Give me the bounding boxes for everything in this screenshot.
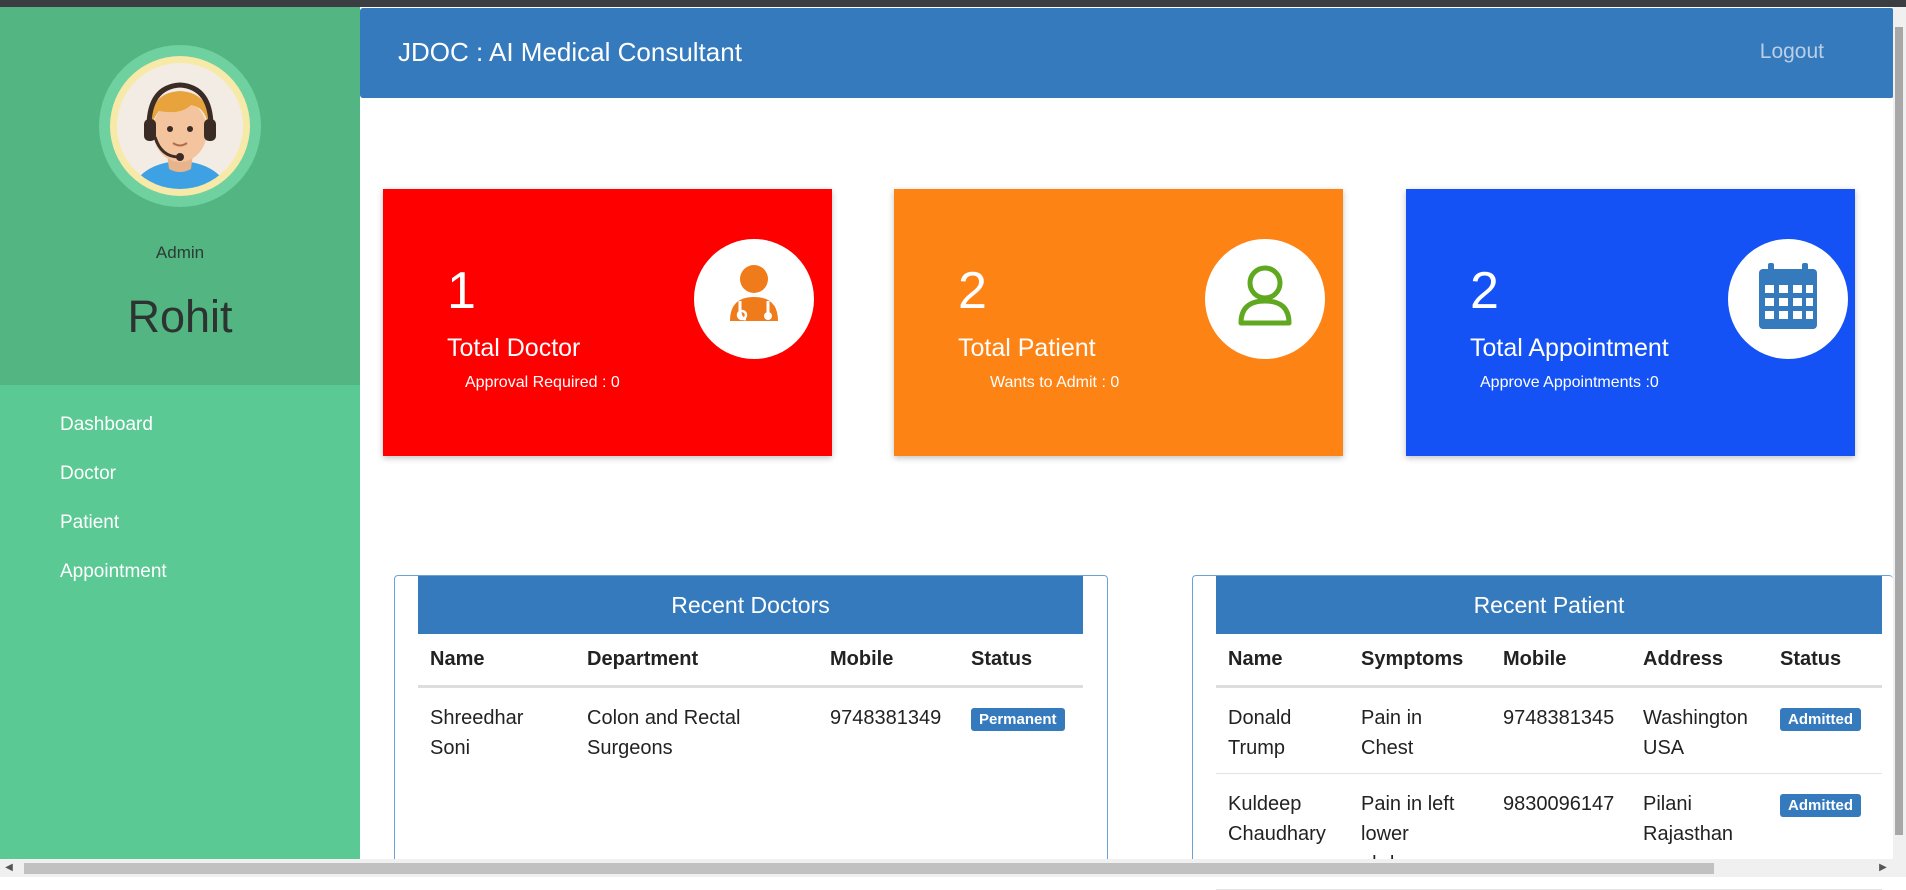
logout-link[interactable]: Logout <box>1760 8 1824 96</box>
doctor-mobile: 9748381349 <box>830 707 942 729</box>
column-header-department: Department <box>575 634 818 688</box>
calendar-icon <box>1759 263 1817 329</box>
doctor-icon <box>730 265 778 321</box>
recent-patients-table: Name Symptoms Mobile Address Status Dona… <box>1216 634 1882 890</box>
recent-patients-title: Recent Patient <box>1216 576 1882 634</box>
status-badge: Admitted <box>1780 708 1861 731</box>
doctor-name: Shreedhar Soni <box>430 707 524 759</box>
profile-role: Admin <box>155 243 205 262</box>
table-header-row: Name Department Mobile Status <box>418 634 1083 688</box>
avatar <box>99 45 261 207</box>
vertical-scrollbar[interactable] <box>1893 7 1906 859</box>
doctor-icon-circle <box>694 239 814 359</box>
column-header-mobile: Mobile <box>818 634 959 688</box>
app-title[interactable]: JDOC : AI Medical Consultant <box>398 8 742 96</box>
total-patient-card: 2 Total Patient Wants to Admit : 0 <box>894 189 1343 456</box>
table-header-row: Name Symptoms Mobile Address Status <box>1216 634 1882 688</box>
top-navbar: JDOC : AI Medical Consultant Logout <box>360 8 1894 98</box>
column-header-symptoms: Symptoms <box>1349 634 1491 688</box>
sidebar-item-dashboard[interactable]: Dashboard <box>60 400 167 449</box>
recent-doctors-title: Recent Doctors <box>418 576 1083 634</box>
column-header-mobile: Mobile <box>1491 634 1631 688</box>
total-doctor-card: 1 Total Doctor Approval Required : 0 <box>383 189 832 456</box>
column-header-name: Name <box>1216 634 1349 688</box>
vertical-scrollbar-thumb[interactable] <box>1895 27 1903 835</box>
column-header-status: Status <box>1768 634 1882 688</box>
patient-name: Donald Trump <box>1216 686 1349 774</box>
total-appointment-count: 2 <box>1470 262 1499 320</box>
status-badge: Admitted <box>1780 794 1861 817</box>
column-header-address: Address <box>1631 634 1768 688</box>
total-patient-label: Total Patient <box>958 334 1096 362</box>
support-agent-avatar-icon <box>110 56 250 196</box>
sidebar: Admin Rohit Dashboard Doctor Patient App… <box>0 7 360 859</box>
scroll-left-arrow-icon[interactable]: ◀ <box>0 859 18 877</box>
sidebar-item-doctor[interactable]: Doctor <box>60 449 167 498</box>
recent-doctors-table: Name Department Mobile Status Shreedhar … <box>418 634 1083 773</box>
profile-section: Admin Rohit <box>0 7 360 385</box>
table-row: Donald Trump Pain in Chest 9748381345 Wa… <box>1216 686 1882 774</box>
table-row: Shreedhar Soni Colon and Rectal Surgeons… <box>418 687 1083 774</box>
column-header-status: Status <box>959 634 1083 688</box>
user-icon <box>1238 265 1292 326</box>
column-header-name: Name <box>418 634 575 688</box>
wants-to-admit-text: Wants to Admit : 0 <box>990 374 1120 391</box>
total-appointment-card: 2 Total Appointment Approve Appointments… <box>1406 189 1855 456</box>
total-patient-count: 2 <box>958 262 987 320</box>
recent-patients-panel: Recent Patient Name Symptoms Mobile Addr… <box>1192 575 1893 890</box>
total-doctor-label: Total Doctor <box>447 334 581 362</box>
browser-top-strip <box>0 0 1906 7</box>
user-icon-circle <box>1205 239 1325 359</box>
sidebar-nav: Dashboard Doctor Patient Appointment <box>60 400 167 596</box>
horizontal-scrollbar[interactable]: ◀ ▶ <box>0 859 1906 877</box>
total-appointment-label: Total Appointment <box>1470 334 1669 362</box>
approval-required-text: Approval Required : 0 <box>465 374 620 391</box>
scroll-right-arrow-icon[interactable]: ▶ <box>1874 859 1892 877</box>
total-doctor-count: 1 <box>447 262 476 320</box>
approve-appointments-text: Approve Appointments :0 <box>1480 374 1659 391</box>
status-badge: Permanent <box>971 708 1065 731</box>
patient-mobile: 9748381345 <box>1491 686 1631 774</box>
recent-doctors-panel: Recent Doctors Name Department Mobile St… <box>394 575 1108 877</box>
doctor-department: Colon and Rectal Surgeons <box>587 707 741 759</box>
patient-symptoms: Pain in Chest <box>1349 686 1491 774</box>
sidebar-item-appointment[interactable]: Appointment <box>60 547 167 596</box>
calendar-icon-circle <box>1728 239 1848 359</box>
sidebar-item-patient[interactable]: Patient <box>60 498 167 547</box>
profile-name: Rohit <box>127 291 233 342</box>
horizontal-scrollbar-thumb[interactable] <box>24 863 1714 874</box>
patient-address: Washington USA <box>1631 686 1768 774</box>
